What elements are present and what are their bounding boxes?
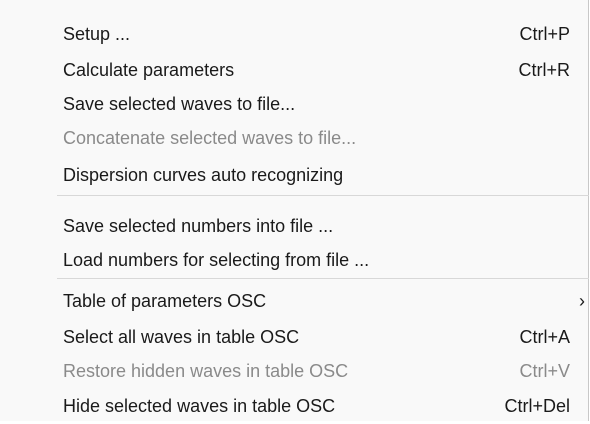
menu-item-shortcut: Ctrl+Del bbox=[504, 396, 570, 416]
menu-item-label: Calculate parameters bbox=[63, 60, 235, 80]
menu-item-shortcut: Ctrl+R bbox=[518, 60, 570, 80]
menu-item-load-numbers[interactable]: Load numbers for selecting from file ... bbox=[0, 242, 589, 278]
menu-item-label: Save selected waves to file... bbox=[63, 94, 296, 114]
menu-item-select-all-waves[interactable]: Select all waves in table OSC Ctrl+A bbox=[0, 319, 589, 355]
menu-item-label: Load numbers for selecting from file ... bbox=[63, 250, 370, 270]
menu-item-setup[interactable]: Setup ... Ctrl+P bbox=[0, 16, 589, 52]
menu-item-label: Select all waves in table OSC bbox=[63, 327, 300, 347]
menu-item-dispersion-curves-auto-recognizing[interactable]: Dispersion curves auto recognizing bbox=[0, 157, 589, 193]
menu-item-label: Table of parameters OSC bbox=[63, 291, 267, 311]
menu-item-label: Concatenate selected waves to file... bbox=[63, 128, 357, 148]
menu-item-label: Save selected numbers into file ... bbox=[63, 216, 334, 236]
menu-separator bbox=[57, 278, 589, 279]
menu-item-shortcut: Ctrl+P bbox=[519, 24, 570, 44]
menu-item-label: Dispersion curves auto recognizing bbox=[63, 165, 344, 185]
menu-item-calculate-parameters[interactable]: Calculate parameters Ctrl+R bbox=[0, 52, 589, 88]
menu-item-label: Restore hidden waves in table OSC bbox=[63, 361, 349, 381]
menu-item-label: Hide selected waves in table OSC bbox=[63, 396, 336, 416]
menu-item-shortcut: Ctrl+A bbox=[519, 327, 570, 347]
menu-item-restore-hidden-waves: Restore hidden waves in table OSC Ctrl+V bbox=[0, 353, 589, 389]
context-menu: Setup ... Ctrl+P Calculate parameters Ct… bbox=[0, 0, 589, 421]
menu-item-label: Setup ... bbox=[63, 24, 131, 44]
menu-separator bbox=[57, 195, 589, 196]
chevron-right-icon: › bbox=[579, 291, 585, 311]
menu-item-table-of-parameters-osc[interactable]: Table of parameters OSC › bbox=[0, 283, 589, 319]
menu-item-save-selected-waves[interactable]: Save selected waves to file... bbox=[0, 86, 589, 122]
menu-item-save-selected-numbers[interactable]: Save selected numbers into file ... bbox=[0, 208, 589, 244]
menu-item-hide-selected-waves[interactable]: Hide selected waves in table OSC Ctrl+De… bbox=[0, 388, 589, 424]
menu-item-concatenate-selected-waves: Concatenate selected waves to file... bbox=[0, 120, 589, 156]
menu-item-shortcut: Ctrl+V bbox=[519, 361, 570, 381]
